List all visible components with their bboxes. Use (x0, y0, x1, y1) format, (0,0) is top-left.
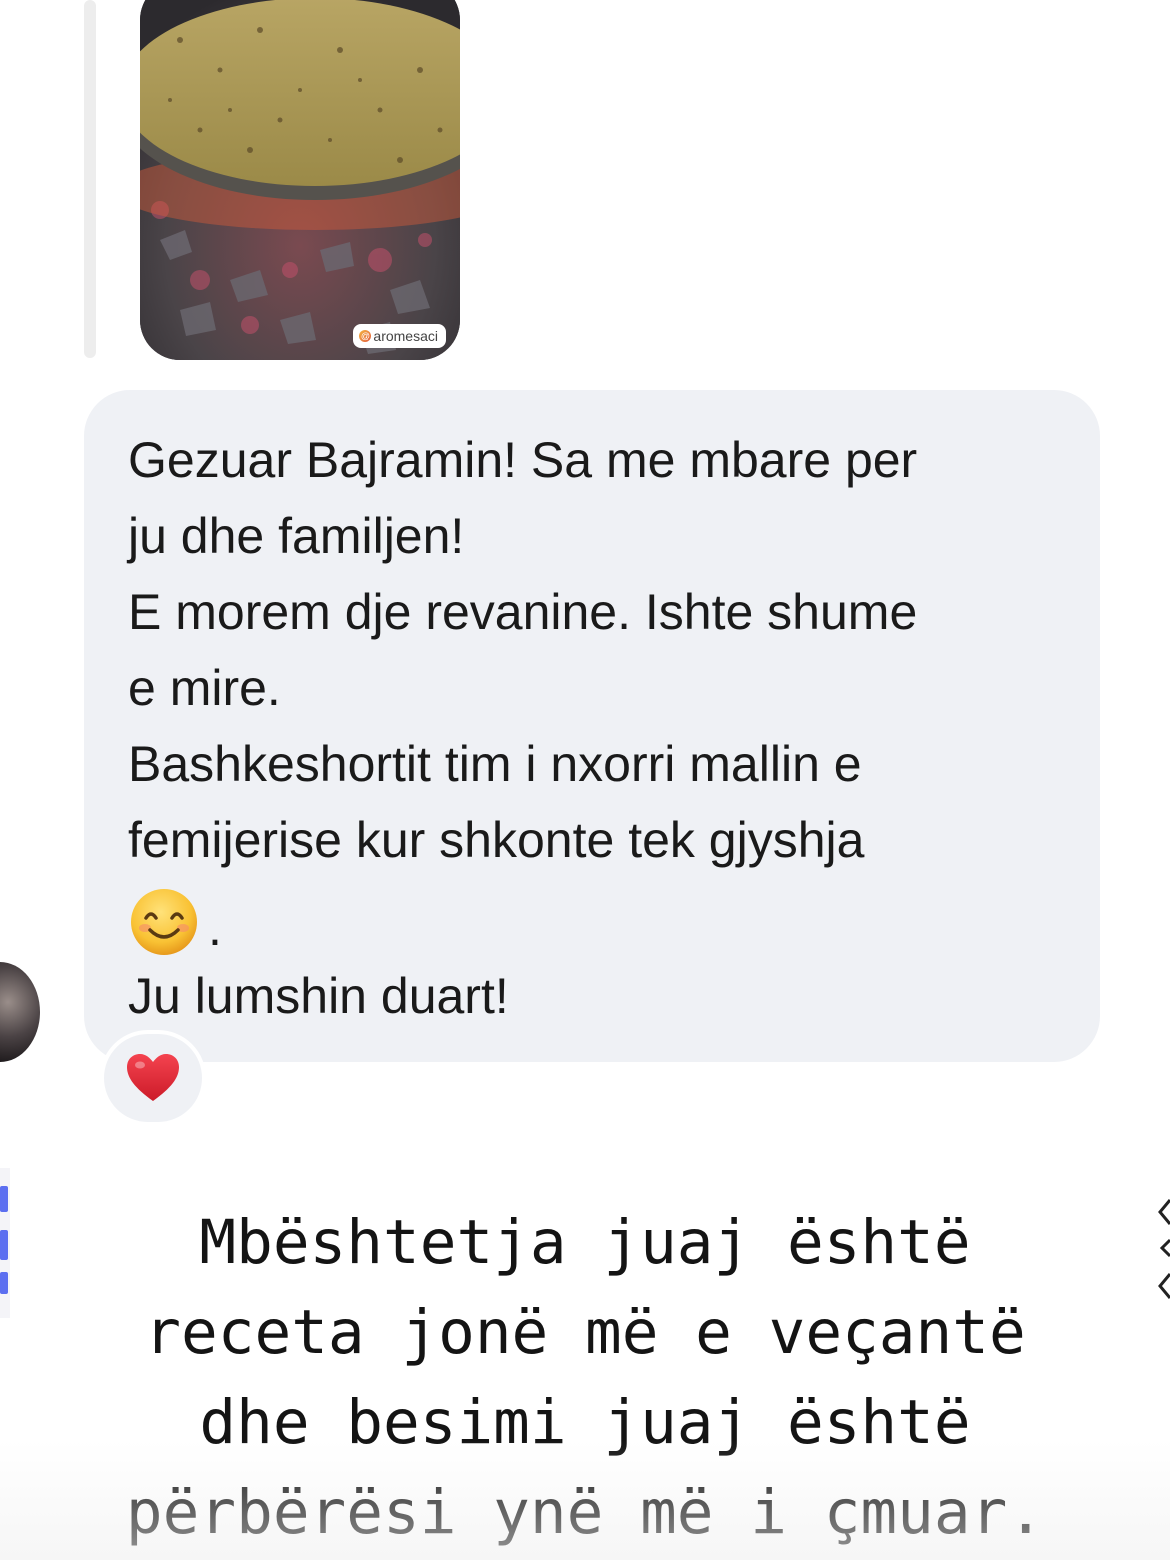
emoji-suffix: . (208, 900, 222, 956)
reply-quote-line (84, 0, 96, 358)
emoji-row: . (128, 878, 1056, 958)
message-paragraph-2: E morem dje revanine. Ishte shume e mire… (128, 574, 1056, 726)
message-line: Gezuar Bajramin! Sa me mbare per (128, 432, 918, 488)
reaction-badge[interactable] (100, 1030, 206, 1126)
story-caption: Mbështetja juaj është receta jonë më e v… (0, 1198, 1170, 1558)
caption-line: Mbështetja juaj është (199, 1207, 971, 1278)
food-photo (140, 0, 460, 360)
message-line: femijerise kur shkonte tek gjyshja (128, 812, 865, 868)
story-mention-text: aromesaci (373, 328, 438, 344)
message-line: Bashkeshortit tim i nxorri mallin e (128, 736, 862, 792)
message-bubble[interactable]: Gezuar Bajramin! Sa me mbare per ju dhe … (84, 390, 1100, 1062)
message-line: E morem dje revanine. Ishte shume (128, 584, 918, 640)
caption-line: receta jonë më e veçantë (144, 1297, 1026, 1368)
message-line: ju dhe familjen! (128, 508, 465, 564)
avatar[interactable] (0, 962, 40, 1062)
message-paragraph-1: Gezuar Bajramin! Sa me mbare per ju dhe … (128, 422, 1056, 574)
message-line: e mire. (128, 660, 281, 716)
smiling-face-icon (131, 889, 197, 955)
caption-line: dhe besimi juaj është (199, 1387, 971, 1458)
story-reply-image[interactable]: @ aromesaci (140, 0, 460, 360)
caption-line: përbërësi ynë më i çmuar. (125, 1477, 1045, 1548)
story-mention-tag[interactable]: @ aromesaci (353, 324, 446, 348)
red-heart-icon (127, 1054, 179, 1101)
message-paragraph-3: Bashkeshortit tim i nxorri mallin e femi… (128, 726, 1056, 958)
at-icon: @ (359, 330, 372, 342)
message-closing: Ju lumshin duart! (128, 968, 509, 1024)
